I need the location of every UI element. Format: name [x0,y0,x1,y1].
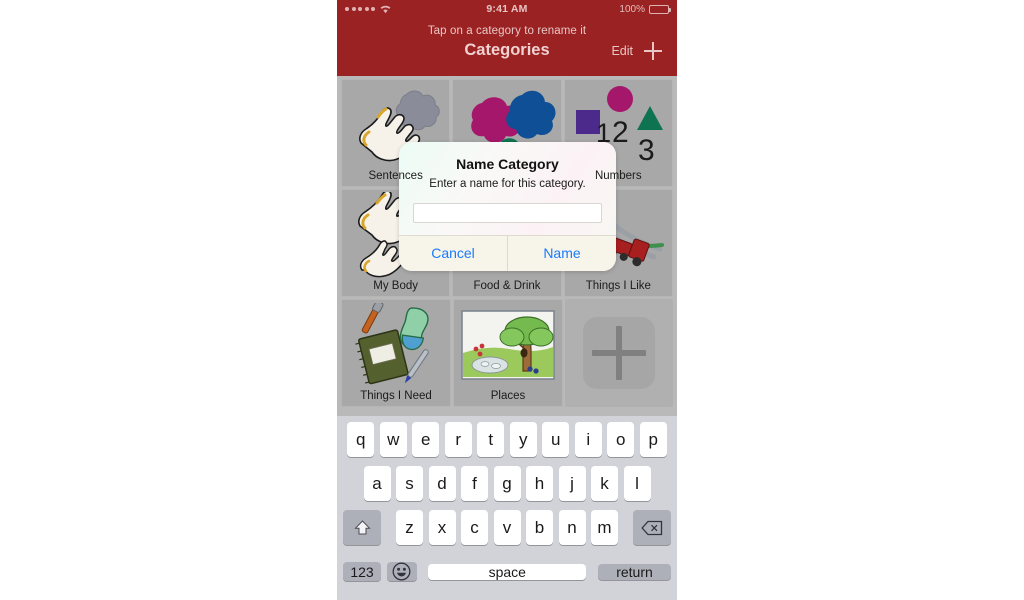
key-m[interactable]: m [591,510,618,545]
screenshot-canvas: 9:41 AM 100% Tap on a category to rename… [0,0,1024,600]
key-z[interactable]: z [396,510,423,545]
key-e[interactable]: e [412,422,440,457]
keyboard-row-3-letters: z x c v b n m [396,510,618,545]
numbers-mode-key[interactable]: 123 [343,562,381,581]
navigation-header: Tap on a category to rename it Categorie… [337,18,677,76]
battery-percent-label: 100% [619,3,645,15]
add-category-tile[interactable] [565,299,673,407]
status-bar-right: 100% [619,3,671,15]
name-category-dialog: Name Category Enter a name for this cate… [399,142,616,271]
dialog-title: Name Category [456,156,559,172]
key-g[interactable]: g [493,466,521,501]
signal-dot [358,7,362,11]
confirm-name-button[interactable]: Name [508,236,616,271]
key-t[interactable]: t [477,422,505,457]
key-w[interactable]: w [379,422,407,457]
signal-dot [351,7,356,11]
key-b[interactable]: b [526,510,553,545]
key-r[interactable]: r [444,422,472,457]
signal-strength-dots [345,7,375,11]
category-tile-places[interactable]: Places [453,299,563,407]
category-label: Places [490,390,526,403]
svg-text:3: 3 [638,134,655,166]
category-tile-things-i-need[interactable]: Things I Need [341,299,451,407]
svg-text:2: 2 [612,116,629,149]
navigation-bar: Categories Edit [337,40,677,68]
key-a[interactable]: a [363,466,391,501]
category-row: Things I Need Places [339,299,675,407]
shift-up-arrow-icon[interactable] [343,510,381,545]
phone-screen: 9:41 AM 100% Tap on a category to rename… [337,0,677,600]
key-i[interactable]: i [574,422,602,457]
dialog-actions: Cancel Name [399,235,616,271]
status-bar: 9:41 AM 100% [337,0,677,18]
signal-dot [345,7,349,11]
edit-button[interactable]: Edit [611,44,633,58]
dialog-message: Enter a name for this category. [429,178,586,190]
cancel-button[interactable]: Cancel [399,236,508,271]
add-category-icon[interactable] [583,317,655,389]
return-key[interactable]: return [598,563,671,580]
key-c[interactable]: c [461,510,488,545]
park-tree-pond-icon [454,302,562,388]
key-x[interactable]: x [428,510,456,545]
category-label: Food & Drink [473,280,541,293]
category-label: Things I Like [585,280,651,293]
space-key[interactable]: space [428,563,587,580]
notebook-sock-pen-icon [342,302,450,388]
keyboard-row-3: z x c v b n m [340,510,674,545]
wifi-icon [379,4,392,14]
signal-dot [371,7,375,11]
category-label: Numbers [594,170,642,183]
category-label: Things I Need [360,390,432,403]
category-label: My Body [373,280,419,293]
key-h[interactable]: h [526,466,553,501]
dialog-body: Name Category Enter a name for this cate… [399,142,616,235]
key-u[interactable]: u [542,422,570,457]
keyboard-row-4-left: 123 [343,562,417,581]
key-y[interactable]: y [509,422,537,457]
key-n[interactable]: n [558,510,586,545]
plus-icon[interactable] [643,41,663,61]
key-o[interactable]: o [607,422,635,457]
onscreen-keyboard: q w e r t y u i o p a s d f g h j k l z … [337,416,677,600]
keyboard-row-1: q w e r t y u i o p [340,422,674,457]
key-l[interactable]: l [623,466,651,501]
key-j[interactable]: j [558,466,586,501]
key-v[interactable]: v [493,510,521,545]
key-k[interactable]: k [591,466,618,501]
key-p[interactable]: p [639,422,667,457]
backspace-delete-icon[interactable] [633,510,671,545]
status-bar-left [345,4,392,14]
category-label: Sentences [368,170,423,183]
key-d[interactable]: d [428,466,456,501]
smiley-face-icon[interactable] [386,562,417,581]
category-name-input[interactable] [413,203,602,223]
signal-dot [364,7,369,11]
key-q[interactable]: q [347,422,375,457]
key-f[interactable]: f [461,466,488,501]
key-s[interactable]: s [396,466,423,501]
battery-full-icon [649,4,671,14]
rename-hint-text: Tap on a category to rename it [427,25,587,37]
keyboard-row-4: 123 space return [340,554,674,589]
keyboard-row-2: a s d f g h j k l [340,466,674,501]
